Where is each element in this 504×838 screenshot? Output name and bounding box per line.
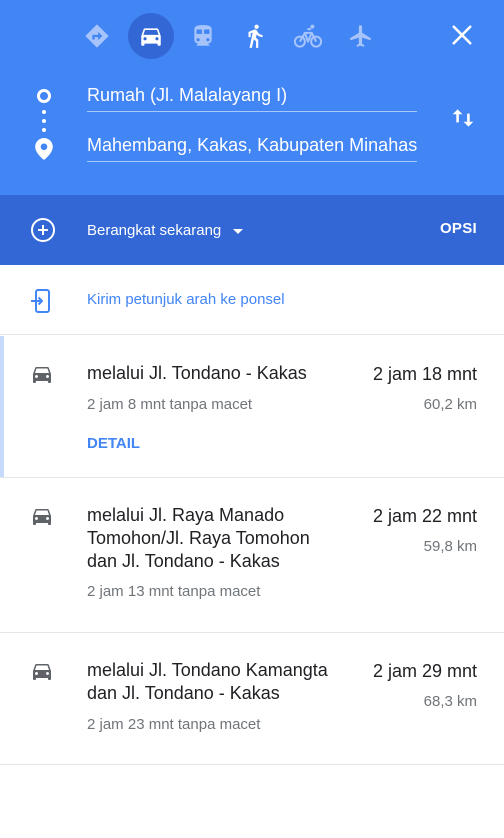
origin-input[interactable]: Rumah (Jl. Malalayang I) bbox=[87, 82, 417, 112]
options-button[interactable]: OPSI bbox=[440, 220, 477, 237]
send-to-phone-label: Kirim petunjuk arah ke ponsel bbox=[87, 291, 285, 308]
car-icon bbox=[141, 28, 161, 46]
route-traffic-note: 2 jam 23 mnt tanpa macet bbox=[87, 716, 261, 733]
depart-options-bar bbox=[0, 195, 504, 265]
destination-pin-icon bbox=[35, 138, 53, 160]
car-icon bbox=[33, 367, 51, 383]
route-dot-icon bbox=[42, 128, 46, 132]
route-traffic-note: 2 jam 13 mnt tanpa macet bbox=[87, 583, 261, 600]
route-duration: 2 jam 18 mnt bbox=[372, 364, 477, 384]
route-duration: 2 jam 22 mnt bbox=[372, 506, 477, 526]
route-distance: 59,8 km bbox=[423, 538, 477, 555]
route-traffic-note: 2 jam 8 mnt tanpa macet bbox=[87, 396, 253, 413]
swap-origin-destination-button[interactable] bbox=[448, 103, 478, 133]
route-dot-icon bbox=[42, 119, 46, 123]
close-button[interactable] bbox=[440, 13, 484, 57]
route-distance: 60,2 km bbox=[423, 396, 477, 413]
route-name: melalui Jl. Tondano - Kakas bbox=[87, 363, 307, 383]
bicycle-icon bbox=[293, 24, 323, 48]
add-destination-button[interactable] bbox=[31, 218, 55, 242]
route-name: melalui Jl. Raya Manado Tomohon/Jl. Raya… bbox=[87, 505, 310, 571]
mode-driving-button[interactable] bbox=[128, 13, 174, 59]
directions-best-icon bbox=[85, 24, 109, 48]
mode-transit-button[interactable] bbox=[180, 13, 226, 59]
route-dot-icon bbox=[42, 110, 46, 114]
send-to-phone-button[interactable]: Kirim petunjuk arah ke ponsel bbox=[0, 265, 504, 335]
travel-mode-bar bbox=[0, 0, 504, 72]
route-duration: 2 jam 29 mnt bbox=[372, 661, 477, 681]
route-option[interactable]: melalui Jl. Tondano Kamangta dan Jl. Ton… bbox=[0, 633, 504, 765]
chevron-down-icon bbox=[233, 228, 244, 234]
mode-cycling-button[interactable] bbox=[285, 13, 331, 59]
mode-walking-button[interactable] bbox=[232, 13, 278, 59]
route-option[interactable]: melalui Jl. Raya Manado Tomohon/Jl. Raya… bbox=[0, 478, 504, 633]
car-icon bbox=[33, 664, 51, 680]
walk-icon bbox=[248, 24, 263, 48]
directions-header: Rumah (Jl. Malalayang I) Mahembang, Kaka… bbox=[0, 0, 504, 195]
flight-icon bbox=[350, 25, 371, 47]
route-distance: 68,3 km bbox=[423, 693, 477, 710]
mode-flight-button[interactable] bbox=[338, 13, 384, 59]
route-name: melalui Jl. Tondano Kamangta dan Jl. Ton… bbox=[87, 660, 328, 703]
send-to-phone-icon bbox=[31, 289, 50, 313]
mode-best-button[interactable] bbox=[74, 13, 120, 59]
close-icon bbox=[452, 25, 472, 45]
transit-icon bbox=[194, 25, 212, 46]
car-icon bbox=[33, 509, 51, 525]
plus-icon bbox=[38, 225, 48, 235]
destination-input[interactable]: Mahembang, Kakas, Kabupaten Minahasa bbox=[87, 132, 417, 162]
swap-icon bbox=[452, 109, 474, 127]
depart-time-dropdown[interactable]: Berangkat sekarang bbox=[87, 220, 244, 240]
route-detail-button[interactable]: DETAIL bbox=[87, 435, 140, 452]
route-option[interactable]: melalui Jl. Tondano - Kakas 2 jam 18 mnt… bbox=[0, 336, 504, 478]
route-endpoint-markers bbox=[34, 88, 54, 160]
origin-circle-icon bbox=[37, 89, 51, 103]
depart-time-label: Berangkat sekarang bbox=[87, 221, 222, 239]
